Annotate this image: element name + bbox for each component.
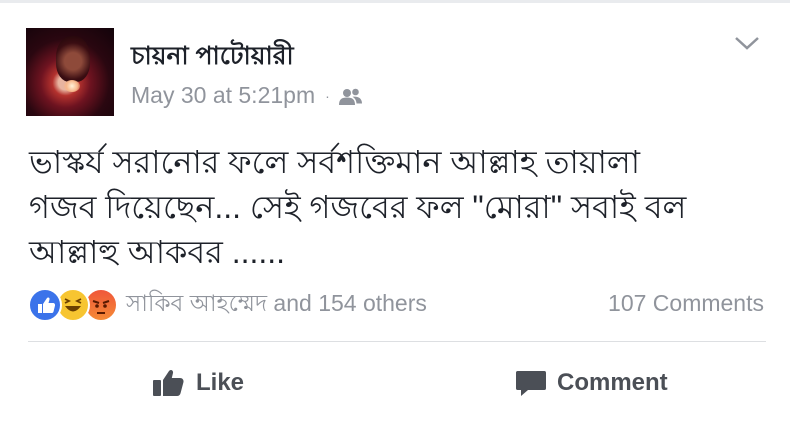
comment-button-label: Comment <box>557 369 668 396</box>
post-meta: May 30 at 5:21pm · <box>131 82 364 109</box>
avatar[interactable] <box>26 28 114 116</box>
reactions-bar[interactable]: সাকিব আহম্মেদ and 154 others <box>28 285 427 324</box>
divider <box>28 341 766 342</box>
post-body: ভাস্কর্য সরানোর ফলে সর্বশক্তিমান আল্লাহ … <box>29 140 769 275</box>
post-timestamp[interactable]: May 30 at 5:21pm <box>131 82 315 109</box>
post-text-line: আল্লাহু আকবর ...... <box>29 234 286 270</box>
like-button-label: Like <box>196 369 245 396</box>
post-text-line: গজব দিয়েছেন... সেই গজবের ফল "মোরা" সবাই… <box>29 189 687 225</box>
post-text-line: ভাস্কর্য সরানোর ফলে সর্বশক্তিমান আল্লাহ … <box>29 144 641 180</box>
author-name[interactable]: চায়না পাটোয়ারী <box>131 36 294 79</box>
thumbs-up-icon <box>153 369 184 396</box>
comment-button[interactable]: Comment <box>515 368 668 398</box>
meta-separator: · <box>325 87 330 104</box>
reaction-summary[interactable]: সাকিব আহম্মেদ and 154 others <box>126 285 427 324</box>
friends-icon[interactable] <box>338 86 364 106</box>
chevron-down-icon[interactable] <box>734 34 760 52</box>
like-reaction-icon <box>28 287 62 322</box>
top-border <box>0 0 790 3</box>
comments-count[interactable]: 107 Comments <box>608 290 764 317</box>
like-button[interactable]: Like <box>152 368 244 398</box>
comment-icon <box>516 371 546 396</box>
